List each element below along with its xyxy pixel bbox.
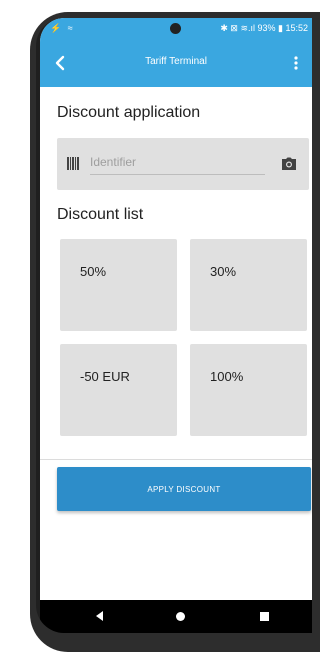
- apply-discount-button[interactable]: APPLY DISCOUNT: [57, 467, 311, 511]
- overflow-menu-button[interactable]: [286, 50, 306, 76]
- nav-recents-icon[interactable]: [260, 612, 269, 621]
- barcode-icon: [67, 157, 79, 170]
- app-title: Tariff Terminal: [145, 56, 207, 67]
- discount-tile-minus-50-eur[interactable]: -50 EUR: [60, 344, 177, 436]
- discount-tile-label: 100%: [210, 369, 244, 384]
- discount-tile-label: 30%: [210, 264, 237, 279]
- nav-back-icon[interactable]: [96, 611, 103, 621]
- identifier-input[interactable]: [90, 150, 265, 175]
- front-camera: [170, 23, 181, 34]
- scan-camera-button[interactable]: [279, 154, 299, 174]
- divider: [40, 459, 312, 460]
- discount-tile-100-percent[interactable]: 100%: [190, 344, 307, 436]
- identifier-field: [57, 138, 309, 190]
- nav-home-icon[interactable]: [176, 612, 185, 621]
- status-right-info: ✱ ⊠ ≋.ıl 93% ▮ 15:52: [220, 23, 308, 33]
- system-nav-bar: [40, 600, 312, 633]
- more-vert-icon: [294, 56, 298, 70]
- discount-tile-label: -50 EUR: [80, 369, 130, 384]
- screen: ⚡ ≈ ✱ ⊠ ≋.ıl 93% ▮ 15:52 Tariff Terminal…: [40, 18, 312, 618]
- discount-tile-30-percent[interactable]: 30%: [190, 239, 307, 331]
- status-left-icons: ⚡ ≈: [50, 23, 75, 33]
- app-bar: Tariff Terminal: [40, 40, 312, 87]
- discount-list-title: Discount list: [57, 206, 144, 223]
- status-bar: ⚡ ≈ ✱ ⊠ ≋.ıl 93% ▮ 15:52: [40, 18, 312, 40]
- phone-bezel: ⚡ ≈ ✱ ⊠ ≋.ıl 93% ▮ 15:52 Tariff Terminal…: [36, 18, 312, 633]
- camera-icon: [282, 157, 296, 170]
- discount-tile-label: 50%: [80, 264, 107, 279]
- discount-tile-50-percent[interactable]: 50%: [60, 239, 177, 331]
- discount-application-title: Discount application: [57, 104, 201, 121]
